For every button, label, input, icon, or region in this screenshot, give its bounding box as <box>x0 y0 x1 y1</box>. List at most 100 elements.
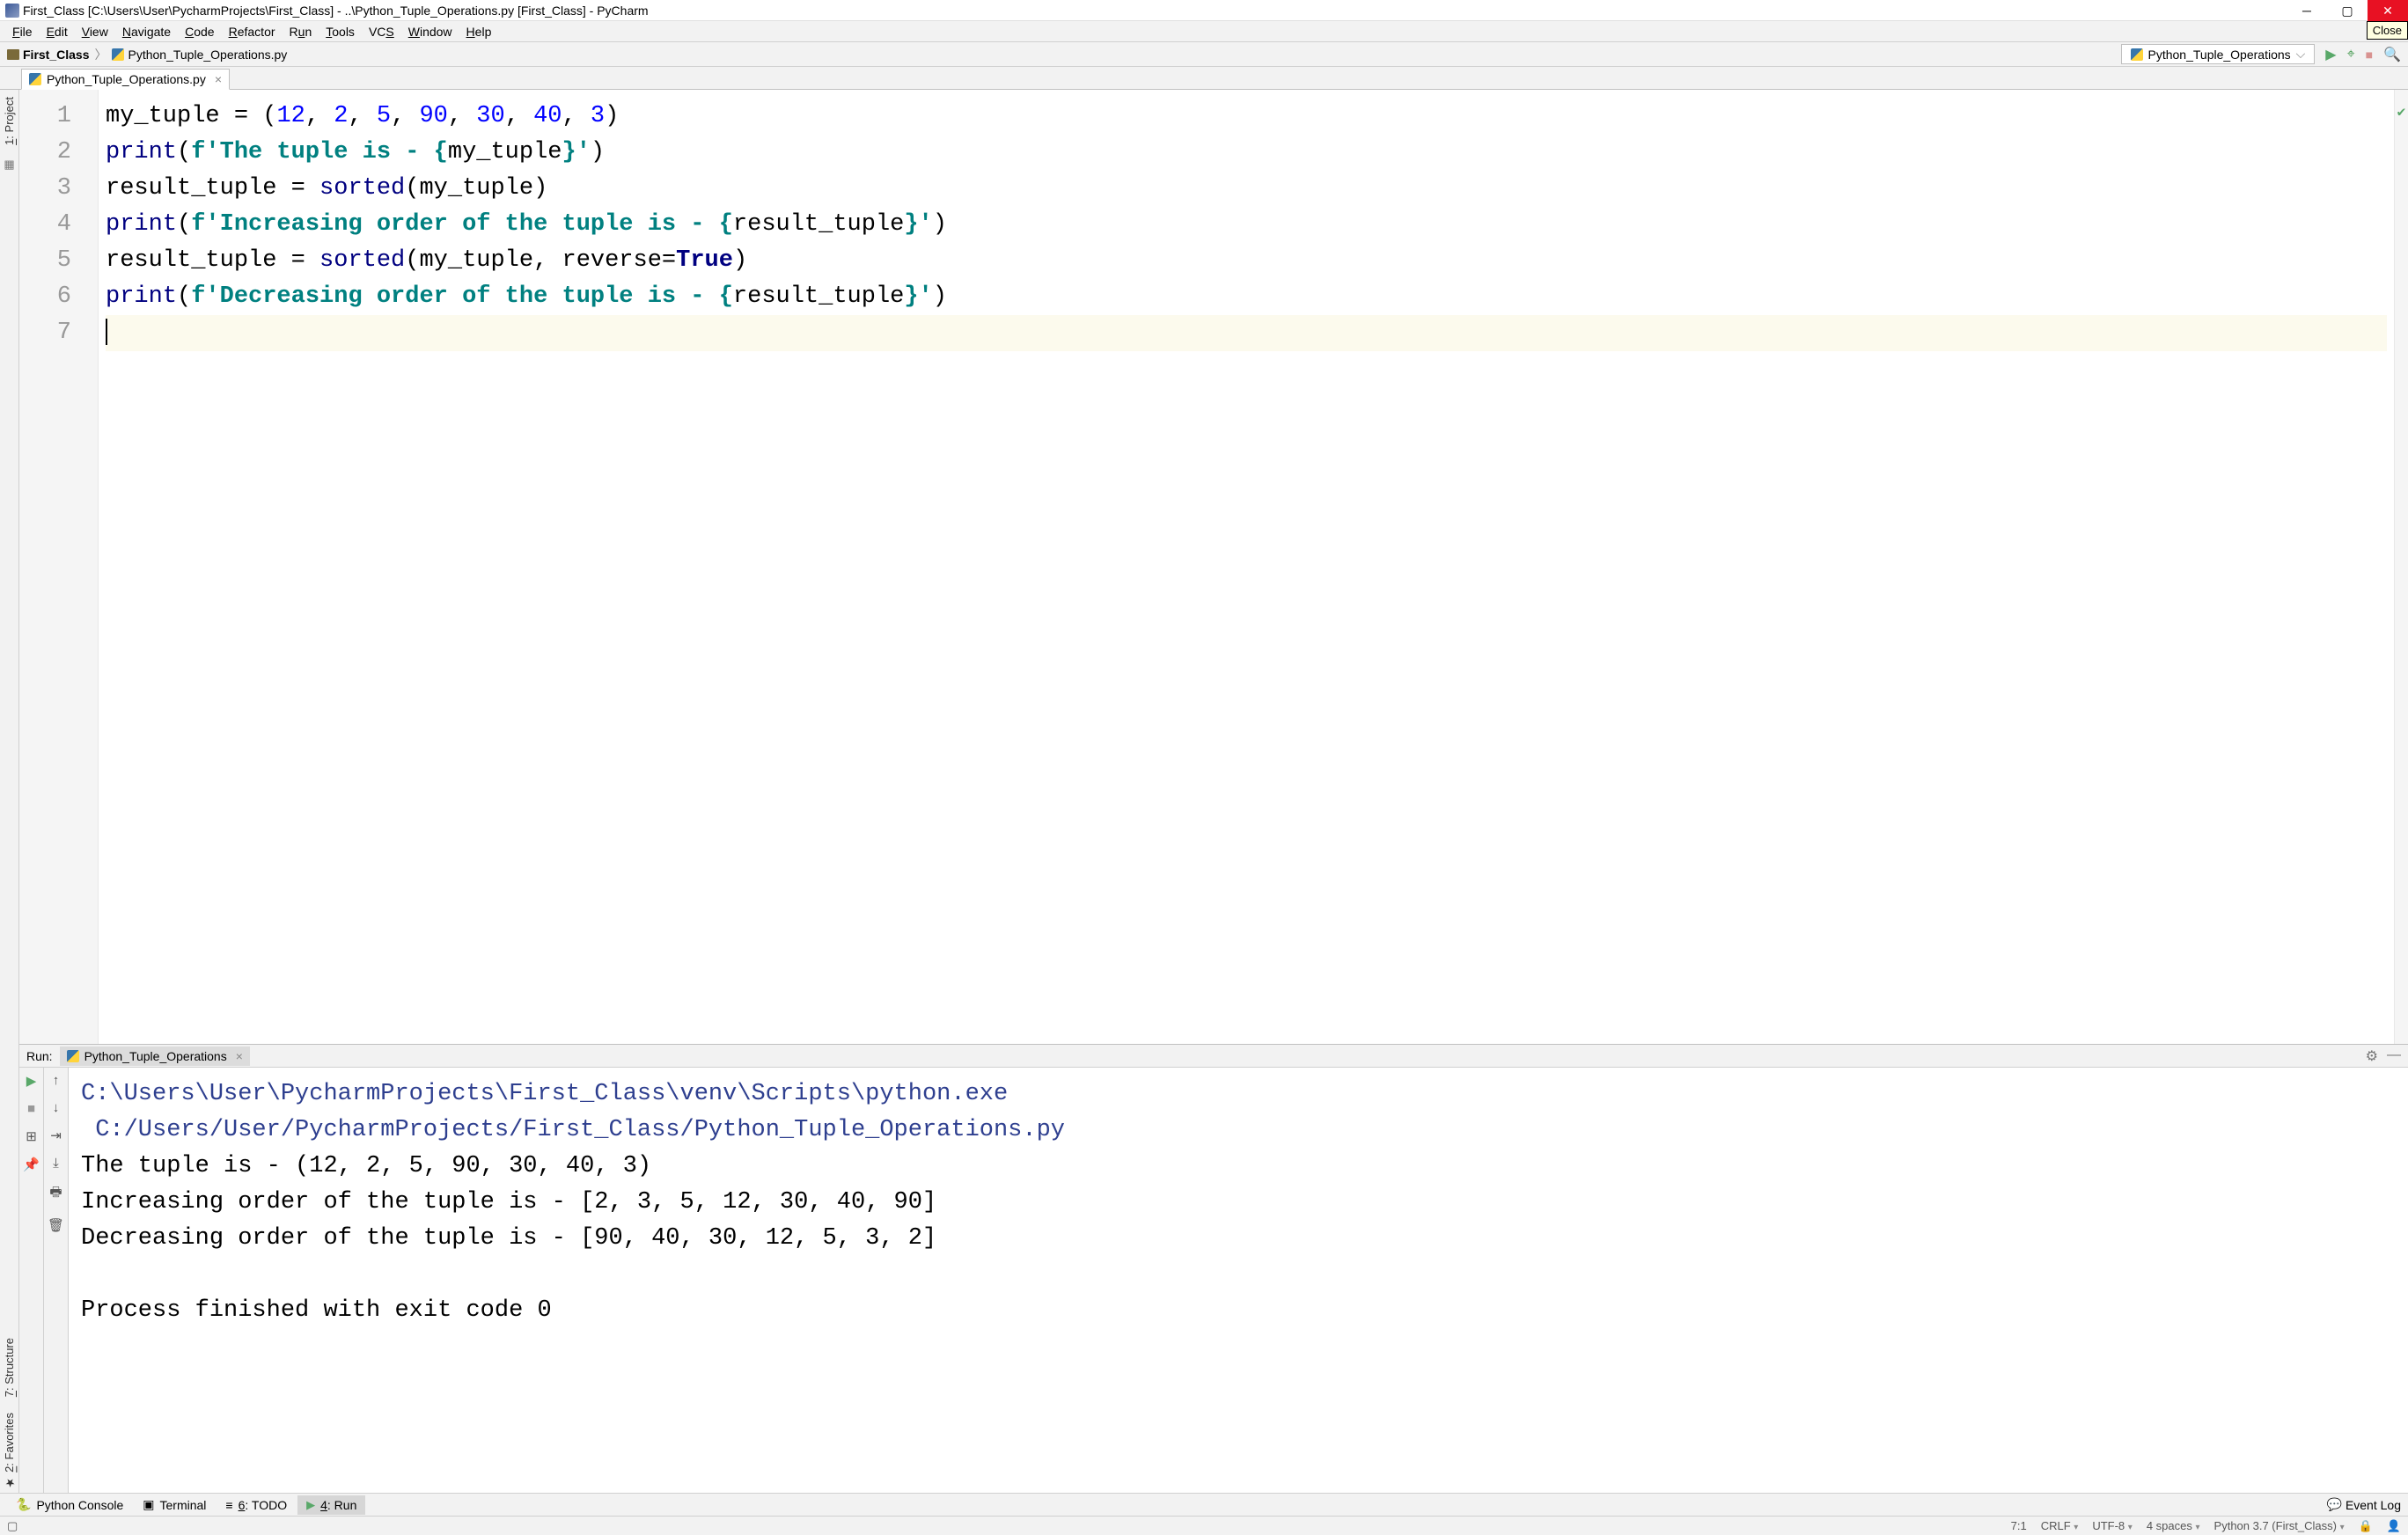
todo-tab[interactable]: ≡ 6: TODO <box>217 1495 296 1515</box>
run-panel-label: Run: <box>26 1049 53 1063</box>
run-panel-body: ▶ ■ ⊞ 📌 ↑ ↓ ⇥ ⤓ 🖶 🗑 C:\Users\User\Pychar… <box>19 1068 2408 1493</box>
indent-setting[interactable]: 4 spaces ▾ <box>2147 1519 2200 1532</box>
menubar: File Edit View Navigate Code Refactor Ru… <box>0 21 2408 42</box>
console-exe-path: C:\Users\User\PycharmProjects\First_Clas… <box>81 1081 1008 1107</box>
tab-close-icon[interactable]: × <box>215 72 222 86</box>
collapse-icon[interactable]: ▦ <box>4 158 14 172</box>
run-panel-actions: ⚙ — <box>2366 1047 2401 1065</box>
breadcrumb-separator: 〉 <box>94 46 106 63</box>
status-bar-icon[interactable]: ▢ <box>7 1519 18 1533</box>
file-encoding[interactable]: UTF-8 ▾ <box>2092 1519 2133 1532</box>
editor-wrap: 1234567 my_tuple = (12, 2, 5, 90, 30, 40… <box>19 90 2408 1493</box>
rerun-icon[interactable]: ▶ <box>26 1073 37 1089</box>
minimize-button[interactable]: ─ <box>2287 0 2327 21</box>
minimize-icon[interactable]: — <box>2387 1047 2401 1065</box>
run-tab[interactable]: ▶ 4: Run <box>297 1495 365 1515</box>
line-separator[interactable]: CRLF ▾ <box>2041 1519 2079 1532</box>
code-line[interactable]: result_tuple = sorted(my_tuple, reverse=… <box>106 243 2387 279</box>
maximize-button[interactable]: ▢ <box>2327 0 2368 21</box>
run-config-selector[interactable]: Python_Tuple_Operations ⌵ <box>2121 44 2316 64</box>
line-number: 5 <box>28 243 71 279</box>
menu-help[interactable]: Help <box>459 23 499 40</box>
tab-close-icon[interactable]: × <box>236 1049 243 1063</box>
editor-tabstrip: Python_Tuple_Operations.py × <box>0 67 2408 90</box>
text-cursor <box>106 319 107 345</box>
menu-refactor[interactable]: Refactor <box>222 23 283 40</box>
menu-tools[interactable]: Tools <box>319 23 362 40</box>
code-line[interactable] <box>106 315 2387 351</box>
python-icon: 🐍 <box>16 1497 31 1512</box>
terminal-label: Terminal <box>160 1498 207 1512</box>
editor-split: 1234567 my_tuple = (12, 2, 5, 90, 30, 40… <box>19 90 2408 1044</box>
menu-view[interactable]: View <box>75 23 115 40</box>
code-line[interactable]: result_tuple = sorted(my_tuple) <box>106 171 2387 207</box>
line-number-gutter: 1234567 <box>19 90 99 1044</box>
stop-icon[interactable]: ■ <box>27 1101 35 1116</box>
titlebar: First_Class [C:\Users\User\PycharmProjec… <box>0 0 2408 21</box>
terminal-icon: ▣ <box>143 1497 154 1512</box>
code-editor[interactable]: 1234567 my_tuple = (12, 2, 5, 90, 30, 40… <box>19 90 2408 1044</box>
play-icon: ▶ <box>306 1498 315 1512</box>
python-icon <box>67 1050 79 1062</box>
scroll-icon[interactable]: ⤓ <box>53 1156 59 1171</box>
python-icon <box>2131 48 2143 61</box>
wrap-icon[interactable]: ⇥ <box>50 1127 62 1143</box>
close-button[interactable]: ✕ <box>2368 0 2408 21</box>
menu-vcs[interactable]: VCS <box>362 23 401 40</box>
window-title: First_Class [C:\Users\User\PycharmProjec… <box>23 4 649 18</box>
up-icon[interactable]: ↑ <box>53 1073 60 1088</box>
gear-icon[interactable]: ⚙ <box>2366 1047 2378 1065</box>
python-interpreter[interactable]: Python 3.7 (First_Class) ▾ <box>2214 1519 2345 1532</box>
code-line[interactable]: print(f'The tuple is - {my_tuple}') <box>106 135 2387 171</box>
error-stripe: ✔ <box>2394 90 2408 1044</box>
line-number: 6 <box>28 279 71 315</box>
event-log-label: Event Log <box>2346 1498 2401 1512</box>
code-line[interactable]: my_tuple = (12, 2, 5, 90, 30, 40, 3) <box>106 99 2387 135</box>
navbar: First_Class 〉 Python_Tuple_Operations.py… <box>0 42 2408 67</box>
breadcrumb-project-label: First_Class <box>23 48 89 62</box>
console-line-1: The tuple is - (12, 2, 5, 90, 30, 40, 3) <box>81 1153 651 1179</box>
stop-button[interactable]: ■ <box>2366 48 2373 62</box>
favorites-tool-tab[interactable]: ★ 2: Favorites <box>1 1409 18 1493</box>
indexing-icon[interactable]: 👤 <box>2387 1519 2401 1533</box>
terminal-tab[interactable]: ▣ Terminal <box>134 1495 215 1515</box>
close-tooltip: Close <box>2367 21 2408 40</box>
breadcrumb-project[interactable]: First_Class <box>7 48 89 62</box>
list-icon: ≡ <box>225 1498 232 1512</box>
line-number: 4 <box>28 207 71 243</box>
menu-file[interactable]: File <box>5 23 40 40</box>
down-icon[interactable]: ↓ <box>53 1100 60 1115</box>
menu-navigate[interactable]: Navigate <box>115 23 178 40</box>
python-console-label: Python Console <box>36 1498 123 1512</box>
code-line[interactable]: print(f'Increasing order of the tuple is… <box>106 207 2387 243</box>
pin-icon[interactable]: 📌 <box>23 1157 40 1172</box>
code-area[interactable]: my_tuple = (12, 2, 5, 90, 30, 40, 3)prin… <box>99 90 2394 1044</box>
breadcrumb-file[interactable]: Python_Tuple_Operations.py <box>112 48 287 62</box>
trash-icon[interactable]: 🗑 <box>48 1217 64 1233</box>
menu-edit[interactable]: Edit <box>40 23 75 40</box>
structure-tool-tab[interactable]: 7: Structure <box>1 1334 18 1400</box>
debug-button[interactable]: ⌖ <box>2347 47 2355 62</box>
run-button[interactable]: ▶ <box>2325 46 2336 63</box>
project-tool-tab[interactable]: 1: Project <box>1 93 18 149</box>
layout-icon[interactable]: ⊞ <box>26 1128 37 1144</box>
print-icon[interactable]: 🖶 <box>49 1183 62 1205</box>
run-panel-tab-label: Python_Tuple_Operations <box>84 1049 227 1063</box>
console-output[interactable]: C:\Users\User\PycharmProjects\First_Clas… <box>69 1068 2408 1493</box>
search-icon[interactable]: 🔍 <box>2383 46 2401 63</box>
run-panel: Run: Python_Tuple_Operations × ⚙ — ▶ ■ ⊞… <box>19 1044 2408 1493</box>
lock-icon[interactable]: 🔒 <box>2359 1519 2373 1533</box>
run-panel-header: Run: Python_Tuple_Operations × ⚙ — <box>19 1045 2408 1068</box>
code-line[interactable]: print(f'Decreasing order of the tuple is… <box>106 279 2387 315</box>
event-log-tab[interactable]: 💬 Event Log <box>2327 1497 2402 1512</box>
console-script-path: C:/Users/User/PycharmProjects/First_Clas… <box>81 1117 1065 1143</box>
menu-code[interactable]: Code <box>178 23 221 40</box>
run-panel-tab[interactable]: Python_Tuple_Operations × <box>60 1047 250 1066</box>
folder-icon <box>7 49 19 60</box>
caret-position[interactable]: 7:1 <box>2011 1519 2027 1532</box>
python-console-tab[interactable]: 🐍 Python Console <box>7 1495 132 1515</box>
menu-run[interactable]: Run <box>283 23 319 40</box>
line-number: 7 <box>28 315 71 351</box>
editor-tab[interactable]: Python_Tuple_Operations.py × <box>21 69 230 90</box>
menu-window[interactable]: Window <box>401 23 459 40</box>
